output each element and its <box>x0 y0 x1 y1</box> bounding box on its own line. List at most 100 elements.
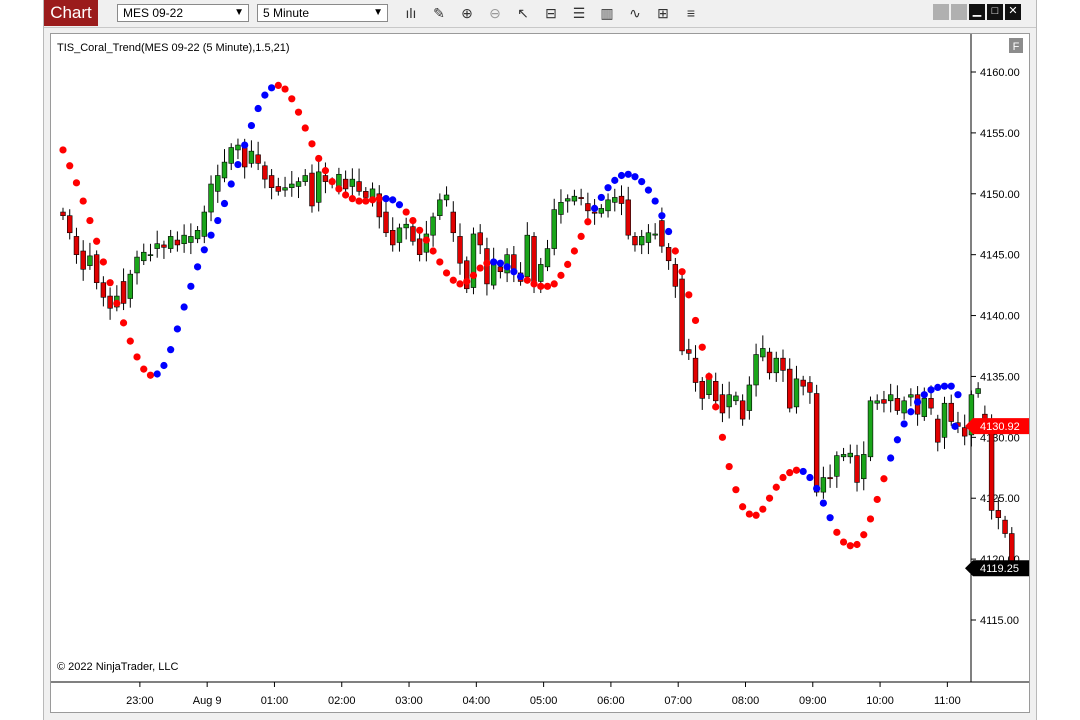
candle-down <box>73 236 80 255</box>
zoom-in-icon[interactable]: ⊕ <box>457 4 477 22</box>
coral-dot <box>59 146 67 154</box>
candle-down <box>383 211 389 234</box>
candle-down <box>578 197 584 199</box>
coral-dot <box>799 467 807 476</box>
data-box-icon[interactable]: ⊟ <box>541 4 561 22</box>
pointer-icon[interactable]: ↖ <box>513 4 533 22</box>
coral-dot <box>678 268 686 276</box>
x-tick-label: 10:00 <box>866 695 894 707</box>
coral-dot <box>644 186 653 194</box>
candle-up <box>753 354 759 386</box>
x-tick-label: 08:00 <box>732 695 760 707</box>
candle-up <box>403 223 409 229</box>
candle-up <box>760 348 766 358</box>
coral-dot <box>510 268 518 276</box>
coral-dot <box>442 269 451 277</box>
candle-down <box>988 424 995 511</box>
templates-icon[interactable]: ≡ <box>681 4 701 22</box>
candle-up <box>820 477 827 493</box>
zoom-out-icon[interactable]: ⊖ <box>485 4 505 22</box>
candle-down <box>275 186 282 192</box>
coral-dot <box>705 372 713 381</box>
coral-dot <box>503 263 511 271</box>
candle-down <box>807 382 813 393</box>
candle-up <box>282 187 288 191</box>
candle-up <box>167 236 174 249</box>
coral-dot <box>631 173 639 181</box>
draw-tool-icon[interactable]: ✎ <box>429 4 449 22</box>
candle-up <box>901 400 907 414</box>
coral-dot <box>146 371 155 379</box>
candle-down <box>672 264 679 287</box>
candle-up <box>733 395 739 402</box>
candle-up <box>726 394 732 408</box>
coral-dot <box>382 195 390 203</box>
tile-icon[interactable] <box>933 4 949 20</box>
coral-dot <box>557 271 565 279</box>
coral-dot <box>429 247 437 255</box>
candle-up <box>396 227 403 243</box>
candle-down <box>416 238 423 255</box>
coral-dot <box>241 141 249 149</box>
time-axis: 23:00 Aug 9 01:00 02:00 03:00 04:00 05:00 06:00… <box>126 682 961 707</box>
coral-dot <box>624 170 632 178</box>
coral-dot <box>234 160 242 169</box>
candle-up <box>289 183 295 188</box>
strategies-icon[interactable]: ∿ <box>625 4 645 22</box>
coral-dot <box>436 258 444 266</box>
coral-dot <box>449 276 457 284</box>
candle-down <box>477 232 483 246</box>
y-tick-label: 4130.00 <box>980 432 1020 444</box>
coral-dot <box>79 197 87 205</box>
coral-dot <box>214 216 222 225</box>
candle-up <box>564 198 571 202</box>
chart-panel[interactable]: 4160.00 4155.00 4150.00 4145.00 4140.00 4135.… <box>50 33 1030 713</box>
candle-up <box>194 230 201 240</box>
candle-down <box>356 181 362 192</box>
x-tick-label: 09:00 <box>799 695 827 707</box>
bar-type-icon[interactable]: ılı <box>401 4 421 22</box>
coral-dot <box>651 197 659 205</box>
coral-dot <box>813 484 821 493</box>
close-icon[interactable]: ✕ <box>1005 4 1021 20</box>
x-tick-label: 02:00 <box>328 695 356 707</box>
candle-down <box>780 357 786 371</box>
coral-dot <box>180 303 188 311</box>
coral-dot <box>819 499 827 507</box>
y-tick-label: 4155.00 <box>980 128 1020 140</box>
instrument-select[interactable]: MES 09-22 ▼ <box>117 4 249 22</box>
candle-down <box>497 266 504 273</box>
coral-dot <box>274 81 282 89</box>
maximize-icon[interactable]: □ <box>987 4 1003 20</box>
coral-dot <box>335 185 343 193</box>
candle-up <box>295 181 302 187</box>
candle-up <box>887 394 894 402</box>
x-tick-label: 01:00 <box>261 695 289 707</box>
candle-up <box>201 211 208 237</box>
minimize-icon[interactable]: ▁ <box>969 4 985 20</box>
x-tick-label: 05:00 <box>530 695 558 707</box>
candle-up <box>861 454 867 480</box>
tile-icon[interactable] <box>951 4 967 20</box>
candle-down <box>241 147 248 168</box>
interval-select[interactable]: 5 Minute ▼ <box>257 4 388 22</box>
candle-down <box>699 381 705 399</box>
coral-dot <box>564 260 572 269</box>
coral-dot <box>402 208 410 216</box>
chart-trader-icon[interactable]: ⊞ <box>653 4 673 22</box>
candle-down <box>100 282 107 298</box>
chart-tab[interactable]: Chart <box>44 0 98 26</box>
copyright-text: © 2022 NinjaTrader, LLC <box>57 661 178 673</box>
coral-dot <box>99 258 107 266</box>
price-chart[interactable]: 4160.00 4155.00 4150.00 4145.00 4140.00 4135.… <box>51 34 1029 712</box>
coral-dot <box>658 212 666 220</box>
candle-up <box>941 402 948 438</box>
properties-icon[interactable]: ☰ <box>569 4 589 22</box>
candle-up <box>154 243 160 249</box>
candle-down <box>659 220 665 247</box>
candle-down <box>60 211 66 216</box>
indicators-icon[interactable]: ▥ <box>597 4 617 22</box>
coral-dot <box>193 263 202 271</box>
coral-dot <box>140 365 148 373</box>
interval-value: 5 Minute <box>263 6 310 20</box>
